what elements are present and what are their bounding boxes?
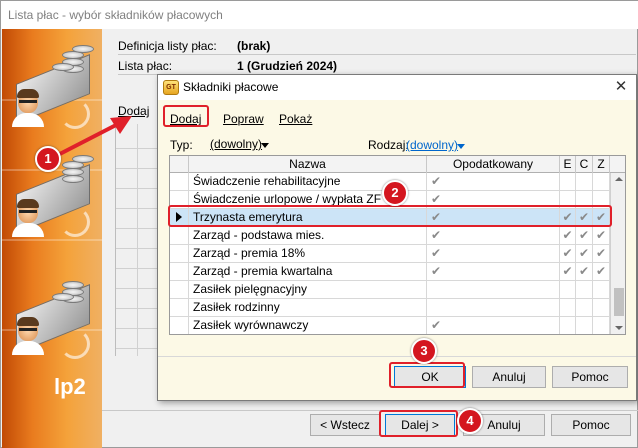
cell-taxed: [427, 299, 560, 317]
cell-name: Zarząd - premia kwartalna: [189, 263, 427, 281]
cell-taxed: [427, 281, 560, 299]
column-header-e[interactable]: E: [560, 156, 576, 173]
cell-e: [560, 173, 576, 191]
row-indicator-cell: [170, 299, 189, 317]
cell-c: [576, 317, 593, 334]
cell-c: ✔: [576, 245, 593, 263]
table-row[interactable]: Zasiłek rodzinny: [170, 299, 610, 317]
person-icon: [10, 199, 46, 237]
dialog-cancel-button[interactable]: Anuluj: [472, 366, 546, 388]
coins-icon: [52, 35, 94, 79]
row-indicator-cell: [170, 263, 189, 281]
cell-z: [593, 281, 610, 299]
kind-filter-label: Rodzaj:: [368, 138, 409, 152]
cell-z: [593, 299, 610, 317]
swirl-icon: [60, 207, 90, 237]
table-row[interactable]: Zasiłek wyrównawczy ✔: [170, 317, 610, 334]
window-title: Lista płac - wybór składników płacowych: [1, 1, 638, 29]
edit-link[interactable]: Popraw: [223, 112, 264, 126]
scroll-down-icon[interactable]: [615, 326, 623, 330]
cell-taxed: ✔: [427, 227, 560, 245]
highlight-add-link: [163, 105, 209, 127]
swirl-icon: [60, 329, 90, 359]
chevron-down-icon[interactable]: [261, 143, 269, 148]
info-label-payroll: Lista płac:: [118, 59, 173, 73]
row-indicator-cell: [170, 281, 189, 299]
cell-e: ✔: [560, 245, 576, 263]
cell-taxed: ✔: [427, 263, 560, 281]
help-button[interactable]: Pomoc: [551, 414, 631, 436]
cell-z: ✔: [593, 245, 610, 263]
divider: [118, 54, 636, 55]
column-header-c[interactable]: C: [576, 156, 593, 173]
cell-e: [560, 317, 576, 334]
table-row[interactable]: Zarząd - premia 18% ✔ ✔ ✔ ✔: [170, 245, 610, 263]
dialog-title: Składniki płacowe: [158, 75, 636, 100]
cell-name: Zarząd - premia 18%: [189, 245, 427, 263]
person-icon: [10, 317, 46, 355]
highlight-ok-button: [389, 362, 465, 388]
cell-c: [576, 281, 593, 299]
cell-taxed: ✔: [427, 245, 560, 263]
cell-c: [576, 173, 593, 191]
vertical-scrollbar[interactable]: [610, 173, 625, 334]
brand-logo: lp2: [54, 374, 86, 399]
divider: [102, 410, 638, 411]
cell-e: [560, 281, 576, 299]
step-badge-3: 3: [411, 338, 437, 364]
cell-name: Zasiłek wyrównawczy: [189, 317, 427, 334]
divider: [158, 356, 636, 357]
cell-z: [593, 317, 610, 334]
type-filter-label: Typ:: [170, 138, 193, 152]
row-indicator-cell: [170, 317, 189, 334]
cell-e: [560, 299, 576, 317]
highlight-next-button: [379, 410, 458, 437]
cell-name: Zarząd - podstawa mies.: [189, 227, 427, 245]
components-dialog: Składniki płacowe GT ✕ Dodaj Popraw Poka…: [157, 74, 637, 401]
row-indicator-cell: [170, 173, 189, 191]
info-value-definition: (brak): [237, 39, 271, 53]
coins-icon: [52, 265, 94, 309]
cell-name: Zasiłek rodzinny: [189, 299, 427, 317]
cell-e: ✔: [560, 227, 576, 245]
scroll-up-icon[interactable]: [615, 177, 623, 181]
row-indicator-cell: [170, 227, 189, 245]
cell-e: ✔: [560, 263, 576, 281]
cell-c: ✔: [576, 263, 593, 281]
show-link[interactable]: Pokaż: [279, 112, 312, 126]
cell-c: ✔: [576, 227, 593, 245]
step-badge-2: 2: [382, 180, 408, 206]
step-badge-4: 4: [457, 408, 483, 434]
cell-taxed: ✔: [427, 173, 560, 191]
highlight-selected-row: [168, 205, 612, 227]
cell-c: [576, 299, 593, 317]
close-icon[interactable]: ✕: [607, 76, 635, 98]
cell-z: [593, 173, 610, 191]
row-indicator-cell: [170, 245, 189, 263]
cell-taxed: ✔: [427, 317, 560, 334]
table-row[interactable]: Zarząd - premia kwartalna ✔ ✔ ✔ ✔: [170, 263, 610, 281]
type-filter-dropdown[interactable]: (dowolny): [210, 137, 262, 151]
step-badge-1: 1: [35, 146, 61, 172]
app-icon: GT: [163, 80, 179, 95]
kind-filter-dropdown[interactable]: (dowolny): [406, 138, 458, 152]
table-row[interactable]: Zarząd - podstawa mies. ✔ ✔ ✔ ✔: [170, 227, 610, 245]
cell-name: Zasiłek pielęgnacyjny: [189, 281, 427, 299]
info-label-definition: Definicja listy płac:: [118, 39, 217, 53]
column-header-taxed[interactable]: Opodatkowany: [427, 156, 560, 173]
back-button[interactable]: < Wstecz: [310, 414, 380, 436]
info-value-payroll: 1 (Grudzień 2024): [237, 59, 338, 73]
wizard-sidebar-image: lp2: [2, 29, 102, 448]
column-header-name[interactable]: Nazwa: [189, 156, 427, 173]
cell-z: ✔: [593, 227, 610, 245]
chevron-down-icon[interactable]: [457, 144, 465, 149]
table-row[interactable]: Zasiłek pielęgnacyjny: [170, 281, 610, 299]
dialog-help-button[interactable]: Pomoc: [552, 366, 628, 388]
column-header-z[interactable]: Z: [593, 156, 610, 173]
table-header: Nazwa Opodatkowany E C Z: [170, 156, 625, 173]
cell-z: ✔: [593, 263, 610, 281]
scroll-thumb[interactable]: [614, 288, 624, 316]
